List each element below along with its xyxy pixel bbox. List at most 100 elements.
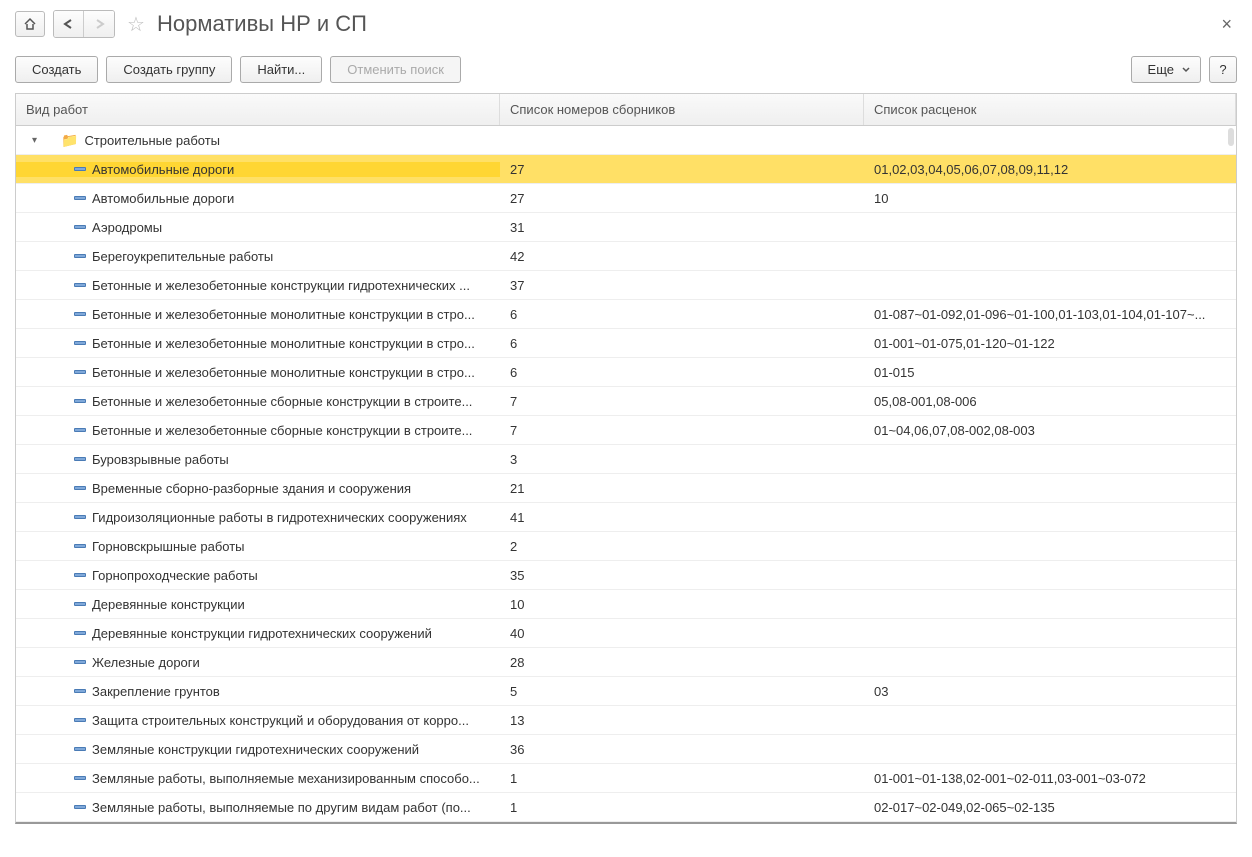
column-header-rates-list[interactable]: Список расценок (864, 94, 1236, 125)
row-collection-number: 3 (500, 452, 864, 467)
table-row[interactable]: Буровзрывные работы 3 (16, 445, 1236, 474)
home-icon (23, 17, 37, 31)
tree-group-row[interactable]: ▾ 📁 Строительные работы (16, 126, 1236, 155)
column-header-work-type[interactable]: Вид работ (16, 94, 500, 125)
row-name: Деревянные конструкции гидротехнических … (92, 626, 432, 641)
item-icon (74, 805, 86, 809)
row-rates: 01-087~01-092,01-096~01-100,01-103,01-10… (864, 307, 1236, 322)
row-rates: 03 (864, 684, 1236, 699)
row-collection-number: 1 (500, 771, 864, 786)
table-row[interactable]: Гидроизоляционные работы в гидротехничес… (16, 503, 1236, 532)
row-collection-number: 21 (500, 481, 864, 496)
row-name: Земляные работы, выполняемые по другим в… (92, 800, 471, 815)
table-row[interactable]: Бетонные и железобетонные монолитные кон… (16, 329, 1236, 358)
arrow-right-icon (92, 18, 106, 30)
table-row[interactable]: Бетонные и железобетонные монолитные кон… (16, 358, 1236, 387)
item-icon (74, 457, 86, 461)
row-collection-number: 10 (500, 597, 864, 612)
item-icon (74, 370, 86, 374)
table-row[interactable]: Автомобильные дороги2710 (16, 184, 1236, 213)
item-icon (74, 602, 86, 606)
row-name: Буровзрывные работы (92, 452, 229, 467)
help-button[interactable]: ? (1209, 56, 1237, 83)
table-row[interactable]: Железные дороги28 (16, 648, 1236, 677)
item-icon (74, 312, 86, 316)
row-rates: 01-015 (864, 365, 1236, 380)
table-header: Вид работ Список номеров сборников Списо… (16, 94, 1236, 126)
row-collection-number: 7 (500, 423, 864, 438)
scroll-indicator[interactable] (1228, 128, 1234, 146)
more-label: Еще (1148, 62, 1174, 77)
row-collection-number: 13 (500, 713, 864, 728)
table-row[interactable]: Земляные работы, выполняемые механизиров… (16, 764, 1236, 793)
item-icon (74, 747, 86, 751)
table-row[interactable]: Закрепление грунтов503 (16, 677, 1236, 706)
row-rates: 02-017~02-049,02-065~02-135 (864, 800, 1236, 815)
tree-collapse-icon[interactable]: ▾ (32, 135, 37, 146)
item-icon (74, 196, 86, 200)
row-name: Защита строительных конструкций и оборуд… (92, 713, 469, 728)
table-row[interactable]: Земляные работы, выполняемые по другим в… (16, 793, 1236, 822)
row-collection-number: 27 (500, 162, 864, 177)
table-row[interactable]: Временные сборно-разборные здания и соор… (16, 474, 1236, 503)
row-name: Бетонные и железобетонные сборные констр… (92, 423, 472, 438)
row-collection-number: 6 (500, 336, 864, 351)
item-icon (74, 718, 86, 722)
more-button[interactable]: Еще (1131, 56, 1201, 83)
table-row[interactable]: Деревянные конструкции 10 (16, 590, 1236, 619)
row-collection-number: 36 (500, 742, 864, 757)
find-button[interactable]: Найти... (240, 56, 322, 83)
item-icon (74, 399, 86, 403)
forward-button[interactable] (84, 11, 114, 37)
item-icon (74, 689, 86, 693)
item-icon (74, 631, 86, 635)
row-collection-number: 40 (500, 626, 864, 641)
row-name: Бетонные и железобетонные монолитные кон… (92, 307, 475, 322)
row-name: Бетонные и железобетонные конструкции ги… (92, 278, 470, 293)
data-table: Вид работ Список номеров сборников Списо… (15, 93, 1237, 824)
table-row[interactable]: Бетонные и железобетонные сборные констр… (16, 416, 1236, 445)
item-icon (74, 776, 86, 780)
row-rates: 05,08-001,08-006 (864, 394, 1236, 409)
table-row[interactable]: Берегоукрепительные работы42 (16, 242, 1236, 271)
table-row[interactable]: Защита строительных конструкций и оборуд… (16, 706, 1236, 735)
table-row[interactable]: Бетонные и железобетонные монолитные кон… (16, 300, 1236, 329)
favorite-star-icon[interactable]: ☆ (123, 12, 149, 37)
row-name: Горновскрышные работы (92, 539, 245, 554)
row-rates: 01,02,03,04,05,06,07,08,09,11,12 (864, 162, 1236, 177)
row-collection-number: 35 (500, 568, 864, 583)
item-icon (74, 660, 86, 664)
column-header-collection-numbers[interactable]: Список номеров сборников (500, 94, 864, 125)
row-collection-number: 42 (500, 249, 864, 264)
close-button[interactable]: × (1216, 14, 1237, 35)
table-row[interactable]: Горнопроходческие работы35 (16, 561, 1236, 590)
row-collection-number: 27 (500, 191, 864, 206)
item-icon (74, 486, 86, 490)
row-collection-number: 37 (500, 278, 864, 293)
back-button[interactable] (54, 11, 84, 37)
row-name: Деревянные конструкции (92, 597, 245, 612)
row-name: Земляные работы, выполняемые механизиров… (92, 771, 480, 786)
row-name: Гидроизоляционные работы в гидротехничес… (92, 510, 467, 525)
table-row[interactable]: Деревянные конструкции гидротехнических … (16, 619, 1236, 648)
table-row[interactable]: Бетонные и железобетонные сборные констр… (16, 387, 1236, 416)
table-row[interactable]: Горновскрышные работы2 (16, 532, 1236, 561)
row-name: Автомобильные дороги (92, 191, 234, 206)
table-row[interactable]: Автомобильные дороги 2701,02,03,04,05,06,… (16, 155, 1236, 184)
item-icon (74, 544, 86, 548)
row-name: Бетонные и железобетонные сборные констр… (92, 394, 472, 409)
create-group-button[interactable]: Создать группу (106, 56, 232, 83)
arrow-left-icon (62, 18, 76, 30)
table-row[interactable]: Земляные конструкции гидротехнических со… (16, 735, 1236, 764)
table-row[interactable]: Аэродромы31 (16, 213, 1236, 242)
row-collection-number: 6 (500, 365, 864, 380)
home-button[interactable] (15, 11, 45, 37)
group-label: Строительные работы (84, 133, 220, 148)
create-button[interactable]: Создать (15, 56, 98, 83)
folder-icon: 📁 (61, 132, 78, 149)
row-collection-number: 1 (500, 800, 864, 815)
row-name: Автомобильные дороги (92, 162, 234, 177)
table-row[interactable]: Бетонные и железобетонные конструкции ги… (16, 271, 1236, 300)
item-icon (74, 515, 86, 519)
item-icon (74, 283, 86, 287)
